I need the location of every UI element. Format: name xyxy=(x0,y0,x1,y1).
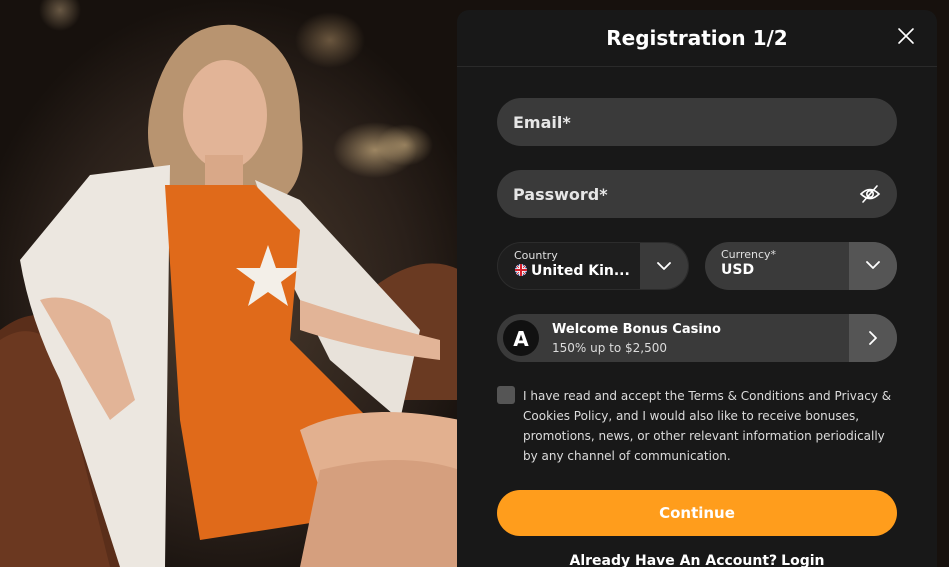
country-select[interactable]: Country United Kin... xyxy=(497,242,689,290)
already-account-text: Already Have An Account? xyxy=(569,553,778,567)
country-value-row: United Kin... xyxy=(515,263,630,279)
chevron-right-icon xyxy=(869,331,877,345)
bonus-next-button[interactable] xyxy=(849,314,897,362)
chevron-down-icon xyxy=(866,261,880,269)
continue-button[interactable]: Continue xyxy=(497,490,897,536)
terms-text: I have read and accept the Terms & Condi… xyxy=(523,386,897,466)
country-label: Country xyxy=(514,249,558,262)
close-button[interactable] xyxy=(897,27,915,45)
terms-checkbox[interactable] xyxy=(497,386,515,404)
terms-conditions-link[interactable]: Terms & Conditions xyxy=(688,389,804,403)
modal-header: Registration 1/2 xyxy=(457,10,937,67)
uk-flag-icon xyxy=(515,264,527,276)
close-icon xyxy=(898,28,914,44)
eye-off-icon xyxy=(859,185,881,203)
chevron-down-icon xyxy=(657,262,671,270)
modal-title: Registration 1/2 xyxy=(606,26,788,50)
page: Registration 1/2 Country xyxy=(0,0,949,567)
password-input[interactable] xyxy=(497,170,897,218)
bonus-subtitle: 150% up to $2,500 xyxy=(552,341,668,355)
registration-modal: Registration 1/2 Country xyxy=(457,10,937,567)
terms-text-middle: and xyxy=(804,389,835,403)
email-field-wrapper xyxy=(497,98,897,146)
login-row: Already Have An Account? Login xyxy=(457,553,937,567)
password-visibility-toggle[interactable] xyxy=(859,184,881,204)
email-input[interactable] xyxy=(497,98,897,146)
currency-label: Currency* xyxy=(721,248,777,261)
currency-value: USD xyxy=(721,262,755,278)
country-value: United Kin... xyxy=(531,263,630,279)
bonus-logo-icon: A xyxy=(503,320,539,356)
country-dropdown-arrow[interactable] xyxy=(640,243,688,289)
bonus-logo-letter: A xyxy=(513,327,529,351)
password-field-wrapper xyxy=(497,170,897,218)
login-link[interactable]: Login xyxy=(781,553,824,567)
bonus-title: Welcome Bonus Casino xyxy=(552,322,721,337)
welcome-bonus-selector[interactable]: A Welcome Bonus Casino 150% up to $2,500 xyxy=(497,314,897,362)
terms-text-before: I have read and accept the xyxy=(523,389,689,403)
currency-select[interactable]: Currency* USD xyxy=(705,242,897,290)
currency-dropdown-arrow[interactable] xyxy=(849,242,897,290)
